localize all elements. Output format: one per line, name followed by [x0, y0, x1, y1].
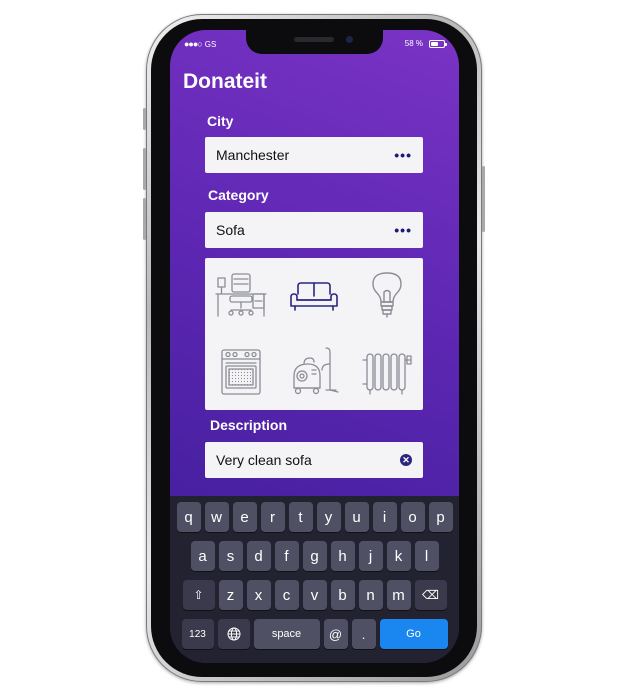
at-key[interactable]: @ [323, 619, 348, 649]
space-key[interactable]: space [253, 619, 320, 649]
category-option-desk[interactable] [205, 258, 278, 334]
keyboard-row-1: qwertyuiop [173, 502, 456, 532]
key-j[interactable]: j [358, 541, 383, 571]
key-u[interactable]: u [344, 502, 369, 532]
key-n[interactable]: n [358, 580, 383, 610]
vacuum-cleaner-icon [293, 347, 339, 395]
globe-icon[interactable] [217, 619, 250, 649]
light-bulb-icon [371, 272, 402, 318]
key-h[interactable]: h [330, 541, 355, 571]
onscreen-keyboard: qwertyuiop asdfghjkl ⇧ zxcvbnm ⌫ 123 spa… [170, 496, 459, 663]
key-m[interactable]: m [386, 580, 411, 610]
key-i[interactable]: i [372, 502, 397, 532]
category-picker [205, 258, 423, 410]
key-f[interactable]: f [274, 541, 299, 571]
category-option-lighting[interactable] [350, 258, 423, 334]
carrier-name: GS [204, 39, 217, 49]
category-value: Sofa [216, 222, 245, 238]
key-s[interactable]: s [218, 541, 243, 571]
key-q[interactable]: q [176, 502, 201, 532]
battery-level [431, 41, 438, 46]
city-field[interactable]: Manchester ••• [205, 137, 423, 173]
key-g[interactable]: g [302, 541, 327, 571]
go-key[interactable]: Go [379, 619, 448, 649]
speaker-grille [294, 37, 334, 42]
key-b[interactable]: b [330, 580, 355, 610]
key-k[interactable]: k [386, 541, 411, 571]
key-y[interactable]: y [316, 502, 341, 532]
notch [246, 30, 383, 54]
app-title: Donateit [183, 70, 267, 93]
status-bar-right: 58 % [404, 39, 447, 48]
numbers-key[interactable]: 123 [181, 619, 214, 649]
description-input[interactable]: Very clean sofa ✕ [205, 442, 423, 478]
key-a[interactable]: a [190, 541, 215, 571]
clear-icon[interactable]: ✕ [400, 454, 412, 466]
volume-down-button [143, 198, 146, 240]
battery-percent: 58 % [404, 39, 423, 48]
key-c[interactable]: c [274, 580, 299, 610]
phone-screen: ●●●○ GS 58 % Donateit City Manchester ••… [170, 30, 459, 663]
radiator-icon [362, 353, 412, 395]
key-r[interactable]: r [260, 502, 285, 532]
desk-chair-icon [215, 273, 267, 317]
key-d[interactable]: d [246, 541, 271, 571]
description-label: Description [210, 417, 288, 433]
volume-up-button [143, 148, 146, 190]
category-option-sofa[interactable] [278, 258, 351, 334]
period-key[interactable]: . [351, 619, 376, 649]
key-v[interactable]: v [302, 580, 327, 610]
more-dots-icon[interactable]: ••• [394, 223, 412, 237]
category-option-heating[interactable] [350, 334, 423, 410]
key-o[interactable]: o [400, 502, 425, 532]
mute-switch [143, 108, 146, 130]
category-option-cleaning[interactable] [278, 334, 351, 410]
battery-icon [429, 39, 447, 48]
keyboard-row-3: ⇧ zxcvbnm ⌫ [173, 580, 456, 610]
key-z[interactable]: z [218, 580, 243, 610]
delete-key[interactable]: ⌫ [414, 580, 447, 610]
city-label: City [207, 113, 234, 129]
front-camera [346, 36, 353, 43]
power-button [482, 166, 485, 232]
description-value: Very clean sofa [216, 452, 312, 468]
oven-icon [221, 349, 261, 395]
category-field[interactable]: Sofa ••• [205, 212, 423, 248]
category-option-appliances[interactable] [205, 334, 278, 410]
city-value: Manchester [216, 147, 290, 163]
signal-icon: ●●●○ [184, 39, 203, 49]
more-dots-icon[interactable]: ••• [394, 148, 412, 162]
status-bar-left: ●●●○ GS [184, 39, 216, 49]
key-l[interactable]: l [414, 541, 439, 571]
keyboard-row-4: 123 space @ . Go [173, 619, 456, 649]
category-label: Category [208, 187, 269, 203]
key-x[interactable]: x [246, 580, 271, 610]
shift-key[interactable]: ⇧ [182, 580, 215, 610]
key-p[interactable]: p [428, 502, 453, 532]
keyboard-row-2: asdfghjkl [173, 541, 456, 571]
key-e[interactable]: e [232, 502, 257, 532]
key-w[interactable]: w [204, 502, 229, 532]
sofa-icon [290, 282, 338, 311]
key-t[interactable]: t [288, 502, 313, 532]
keyboard-row-3-letters: zxcvbnm [218, 580, 411, 610]
